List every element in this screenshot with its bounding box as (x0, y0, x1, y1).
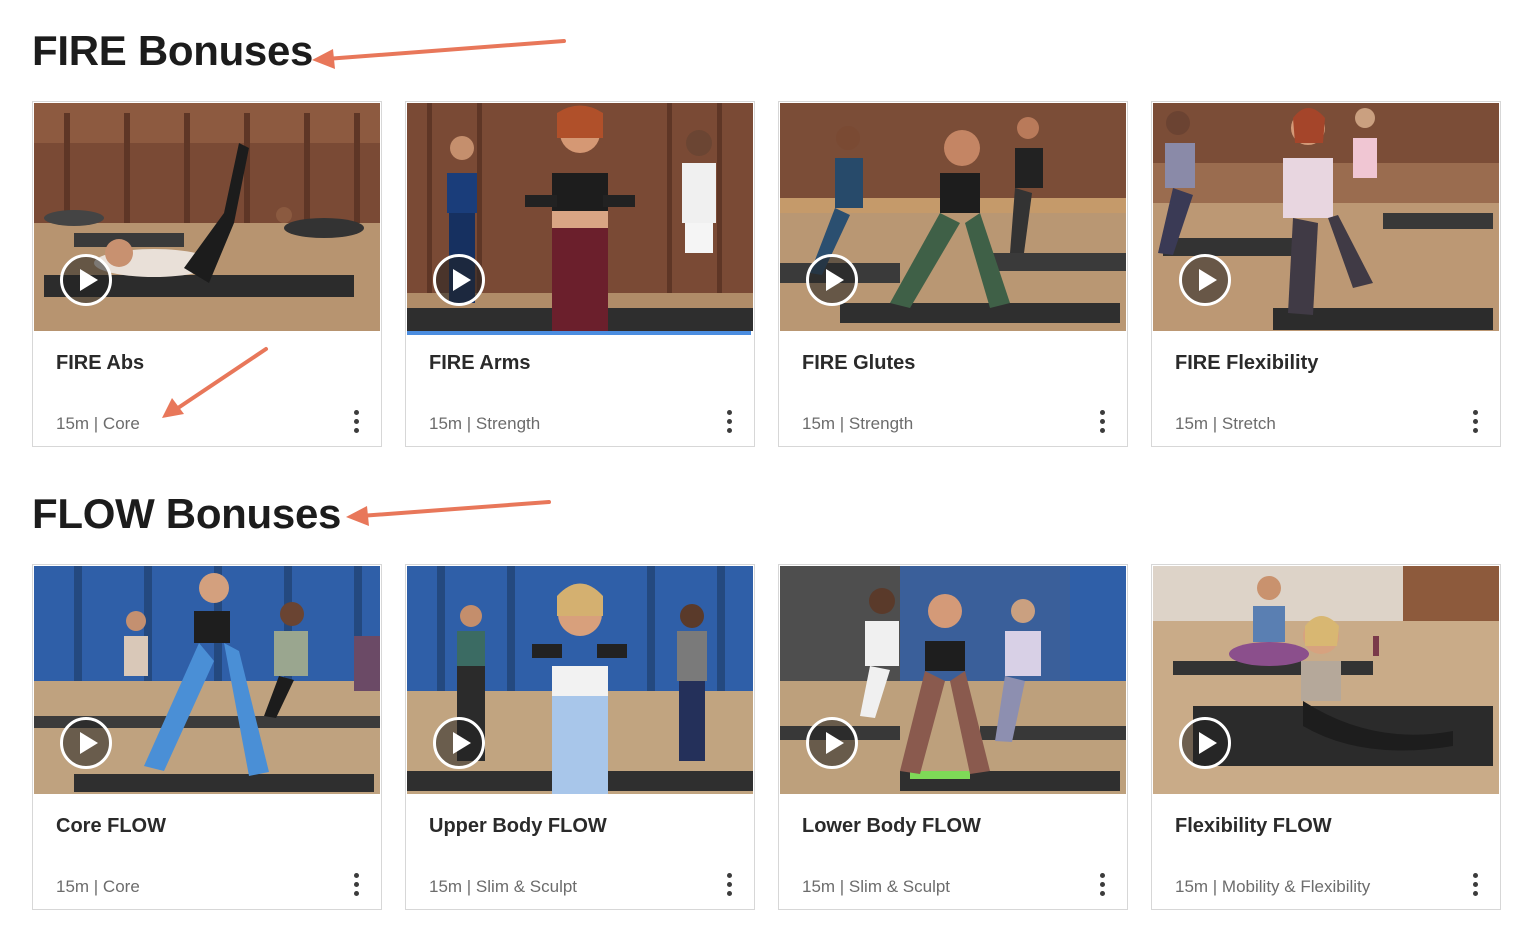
video-thumbnail[interactable] (780, 103, 1126, 331)
play-icon (826, 732, 844, 754)
play-button[interactable] (60, 717, 112, 769)
video-title[interactable]: FIRE Arms (429, 352, 531, 375)
more-options-icon[interactable] (1470, 410, 1480, 436)
play-button[interactable] (1179, 717, 1231, 769)
play-icon (453, 269, 471, 291)
video-meta: 15m | Strength (429, 414, 541, 433)
video-meta: 15m | Core (56, 877, 140, 896)
more-options-icon[interactable] (724, 410, 734, 436)
more-options-icon[interactable] (1097, 873, 1107, 899)
video-title[interactable]: Flexibility FLOW (1175, 815, 1332, 838)
video-meta: 15m | Stretch (1175, 414, 1276, 433)
play-button[interactable] (806, 254, 858, 306)
video-title[interactable]: FIRE Abs (56, 352, 144, 375)
video-title[interactable]: Core FLOW (56, 815, 166, 838)
video-meta: 15m | Strength (802, 414, 914, 433)
video-thumbnail[interactable] (407, 566, 753, 794)
video-meta: 15m | Core (56, 414, 140, 433)
video-card-lower-body-flow[interactable]: Lower Body FLOW 15m | Slim & Sculpt (778, 564, 1128, 910)
more-options-icon[interactable] (724, 873, 734, 899)
play-button[interactable] (433, 254, 485, 306)
video-card-fire-flexibility[interactable]: FIRE Flexibility 15m | Stretch (1151, 101, 1501, 447)
video-thumbnail[interactable] (1153, 566, 1499, 794)
play-icon (80, 732, 98, 754)
video-title[interactable]: Lower Body FLOW (802, 815, 981, 838)
video-thumbnail[interactable] (34, 103, 380, 331)
video-card-core-flow[interactable]: Core FLOW 15m | Core (32, 564, 382, 910)
video-card-fire-abs[interactable]: FIRE Abs 15m | Core (32, 101, 382, 447)
video-thumbnail[interactable] (780, 566, 1126, 794)
video-card-upper-body-flow[interactable]: Upper Body FLOW 15m | Slim & Sculpt (405, 564, 755, 910)
play-icon (1199, 732, 1217, 754)
play-button[interactable] (806, 717, 858, 769)
play-icon (453, 732, 471, 754)
play-icon (1199, 269, 1217, 291)
more-options-icon[interactable] (351, 873, 361, 899)
section-title-fire-bonuses: FIRE Bonuses (32, 27, 314, 74)
video-card-fire-glutes[interactable]: FIRE Glutes 15m | Strength (778, 101, 1128, 447)
play-icon (80, 269, 98, 291)
play-icon (826, 269, 844, 291)
section-title-flow-bonuses: FLOW Bonuses (32, 490, 342, 537)
video-thumbnail[interactable] (34, 566, 380, 794)
video-card-fire-arms[interactable]: FIRE Arms 15m | Strength (405, 101, 755, 447)
video-meta: 15m | Slim & Sculpt (802, 877, 951, 896)
more-options-icon[interactable] (351, 410, 361, 436)
video-title[interactable]: FIRE Flexibility (1175, 352, 1318, 375)
video-thumbnail[interactable] (407, 103, 753, 331)
more-options-icon[interactable] (1470, 873, 1480, 899)
play-button[interactable] (60, 254, 112, 306)
video-title[interactable]: Upper Body FLOW (429, 815, 607, 838)
watch-progress-bar (407, 331, 751, 335)
video-meta: 15m | Mobility & Flexibility (1175, 877, 1371, 896)
video-meta: 15m | Slim & Sculpt (429, 877, 578, 896)
video-title[interactable]: FIRE Glutes (802, 352, 915, 375)
play-button[interactable] (1179, 254, 1231, 306)
video-thumbnail[interactable] (1153, 103, 1499, 331)
play-button[interactable] (433, 717, 485, 769)
video-card-flexibility-flow[interactable]: Flexibility FLOW 15m | Mobility & Flexib… (1151, 564, 1501, 910)
more-options-icon[interactable] (1097, 410, 1107, 436)
